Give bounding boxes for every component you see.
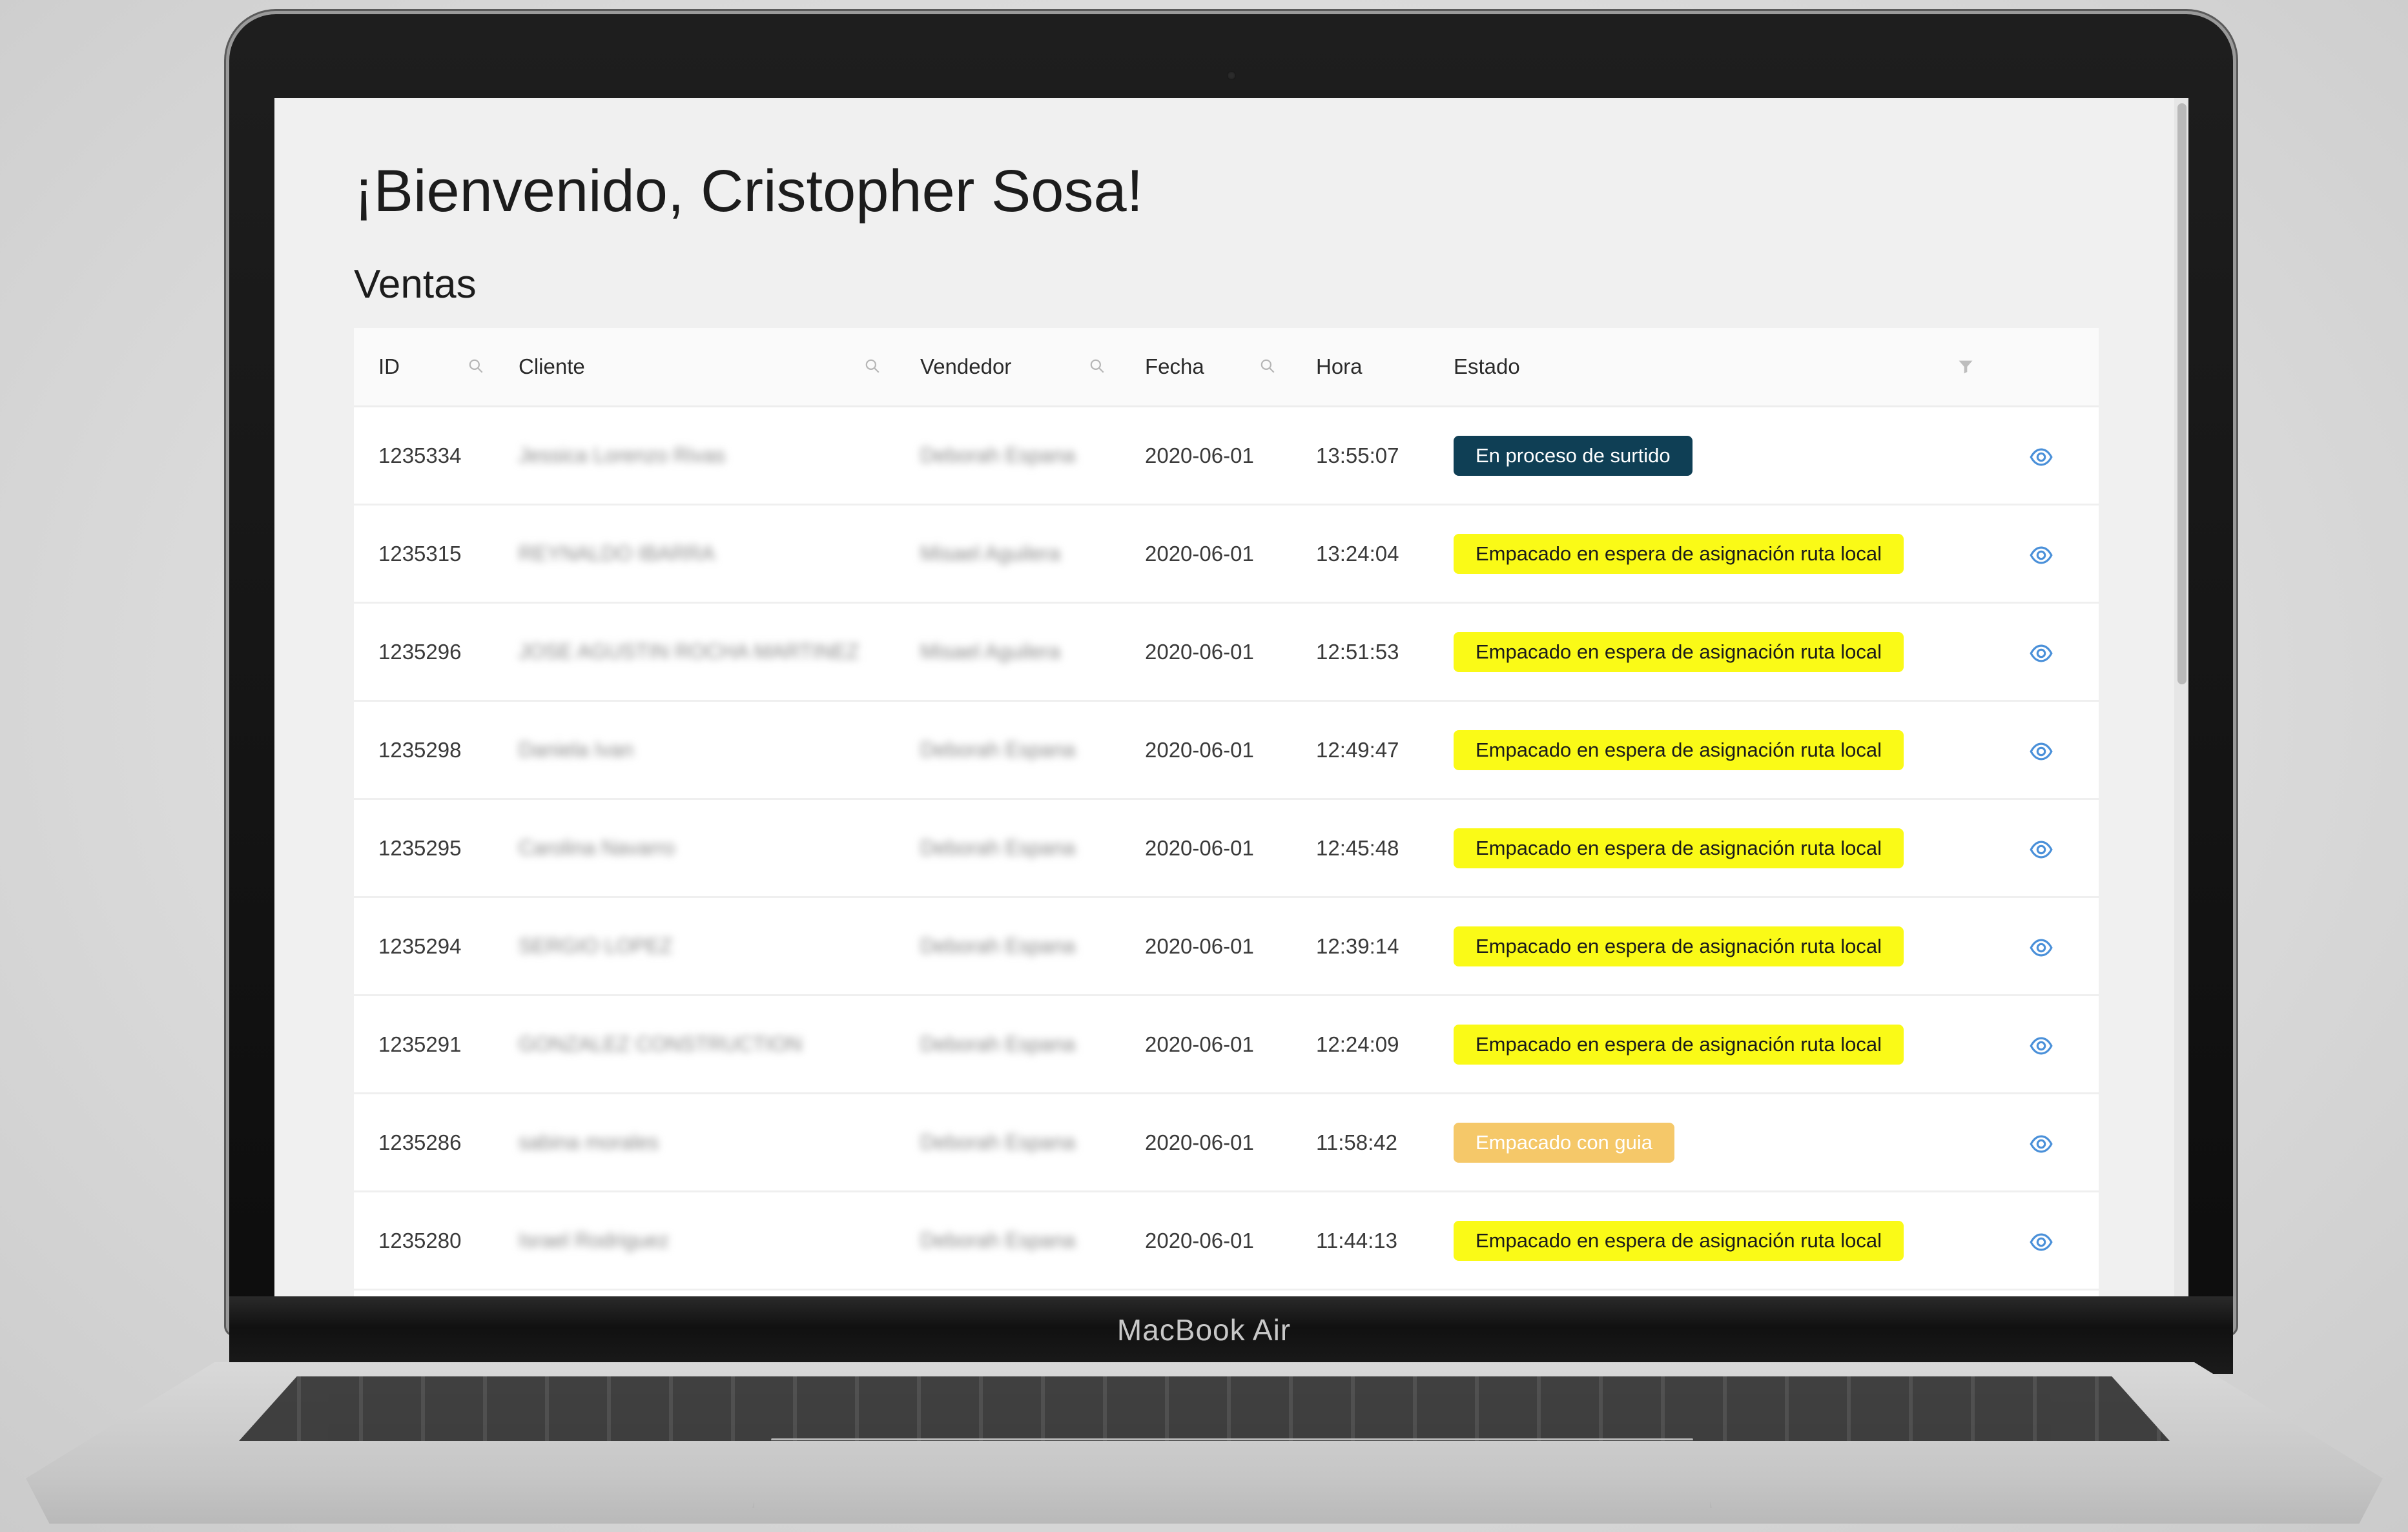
cell-cliente: Carolina Navarro [519,836,675,859]
table-row[interactable]: 1235315 REYNALDO IBARRA Misael Aguilera 202… [354,506,2099,604]
status-badge: Empacado en espera de asignación ruta lo… [1454,1221,1904,1261]
cell-cliente: Jessica Lorenzo Rivas [519,444,726,467]
cell-id: 1235291 [378,1032,462,1056]
cell-vendedor: Deborah Espana [920,934,1076,957]
cell-hora: 12:45:48 [1316,836,1399,860]
filter-icon[interactable] [1957,358,1975,376]
cell-vendedor: Deborah Espana [920,1229,1076,1252]
eye-icon[interactable] [2029,1230,2053,1254]
brand-label: MacBook Air [1117,1313,1291,1347]
table-row[interactable]: 1235294 SERGIO LOPEZ Deborah Espana 2020-06… [354,898,2099,996]
search-icon[interactable] [1089,358,1106,374]
column-header-cliente: Cliente [519,354,585,378]
cell-hora: 11:58:42 [1316,1130,1398,1154]
status-badge: Empacado en espera de asignación ruta lo… [1454,926,1904,966]
cell-hora: 11:44:13 [1316,1229,1398,1252]
cell-vendedor: Deborah Espana [920,1130,1076,1154]
table-row[interactable]: 1235298 Daniela Ivan Deborah Espana 2020-06… [354,702,2099,800]
table-row[interactable]: 1235296 JOSE AGUSTIN ROCHA MARTINEZ Misael… [354,604,2099,702]
eye-icon[interactable] [2029,935,2053,960]
table-row[interactable]: 1235286 sabina morales Deborah Espana 2020-… [354,1094,2099,1192]
cell-id: 1235294 [378,934,462,958]
cell-vendedor: Misael Aguilera [920,542,1060,565]
status-badge: Empacado en espera de asignación ruta lo… [1454,730,1904,770]
cell-vendedor: Misael Aguilera [920,640,1060,663]
cell-id: 1235280 [378,1229,462,1252]
cell-fecha: 2020-06-01 [1145,444,1254,467]
cell-cliente: Daniela Ivan [519,738,633,761]
status-badge: Empacado con guia [1454,1123,1675,1163]
section-title: Ventas [354,262,477,307]
cell-cliente: SERGIO LOPEZ [519,934,673,957]
eye-icon[interactable] [2029,445,2053,469]
status-badge: Empacado en espera de asignación ruta lo… [1454,1025,1904,1065]
table-header: ID Cliente Vendedor Fecha Hora Estado [354,328,2099,407]
sales-table: ID Cliente Vendedor Fecha Hora Estado 12… [354,328,2099,1298]
keyboard [239,1376,2170,1441]
cell-cliente: REYNALDO IBARRA [519,542,715,565]
cell-fecha: 2020-06-01 [1145,640,1254,664]
scrollbar[interactable] [2174,98,2188,1298]
status-badge: En proceso de surtido [1454,436,1693,476]
eye-icon[interactable] [2029,739,2053,764]
camera [1227,71,1236,80]
cell-fecha: 2020-06-01 [1145,1032,1254,1056]
cell-id: 1235296 [378,640,462,664]
cell-id: 1235315 [378,542,462,566]
table-row[interactable]: 1235280 Israel Rodriguez Deborah Espana 202… [354,1192,2099,1291]
cell-hora: 13:24:04 [1316,542,1399,566]
trackpad [752,1438,1712,1508]
cell-vendedor: Deborah Espana [920,444,1076,467]
cell-cliente: sabina morales [519,1130,659,1154]
column-header-fecha: Fecha [1145,354,1204,378]
column-header-estado: Estado [1454,354,1520,378]
table-body: 1235334 Jessica Lorenzo Rivas Deborah Espa… [354,407,2099,1291]
table-row[interactable]: 1235334 Jessica Lorenzo Rivas Deborah Espa… [354,407,2099,506]
status-badge: Empacado en espera de asignación ruta lo… [1454,828,1904,868]
cell-cliente: Israel Rodriguez [519,1229,669,1252]
welcome-title: ¡Bienvenido, Cristopher Sosa! [354,158,1144,224]
cell-fecha: 2020-06-01 [1145,542,1254,566]
cell-fecha: 2020-06-01 [1145,836,1254,860]
column-header-id: ID [378,354,400,378]
cell-id: 1235295 [378,836,462,860]
cell-fecha: 2020-06-01 [1145,738,1254,762]
table-row[interactable]: 1235291 GONZALEZ CONSTRUCTION Deborah Espa… [354,996,2099,1094]
eye-icon[interactable] [2029,1034,2053,1058]
cell-cliente: GONZALEZ CONSTRUCTION [519,1032,803,1056]
search-icon[interactable] [864,358,881,374]
cell-hora: 13:55:07 [1316,444,1399,467]
column-header-hora: Hora [1316,354,1363,378]
app-screen: ¡Bienvenido, Cristopher Sosa! Ventas ID … [274,98,2188,1298]
cell-hora: 12:39:14 [1316,934,1399,958]
eye-icon[interactable] [2029,837,2053,862]
cell-id: 1235286 [378,1130,462,1154]
cell-fecha: 2020-06-01 [1145,934,1254,958]
table-row[interactable]: 1235295 Carolina Navarro Deborah Espana 202… [354,800,2099,898]
cell-id: 1235334 [378,444,462,467]
cell-vendedor: Deborah Espana [920,836,1076,859]
cell-cliente: JOSE AGUSTIN ROCHA MARTINEZ [519,640,859,663]
cell-id: 1235298 [378,738,462,762]
eye-icon[interactable] [2029,641,2053,666]
cell-fecha: 2020-06-01 [1145,1229,1254,1252]
cell-hora: 12:24:09 [1316,1032,1399,1056]
status-badge: Empacado en espera de asignación ruta lo… [1454,632,1904,672]
cell-vendedor: Deborah Espana [920,1032,1076,1056]
cell-vendedor: Deborah Espana [920,738,1076,761]
scrollbar-thumb[interactable] [2177,103,2187,684]
search-icon[interactable] [1259,358,1276,374]
cell-fecha: 2020-06-01 [1145,1130,1254,1154]
eye-icon[interactable] [2029,1132,2053,1156]
search-icon[interactable] [468,358,484,374]
eye-icon[interactable] [2029,543,2053,567]
cell-hora: 12:51:53 [1316,640,1399,664]
column-header-vendedor: Vendedor [920,354,1012,378]
status-badge: Empacado en espera de asignación ruta lo… [1454,534,1904,574]
cell-hora: 12:49:47 [1316,738,1399,762]
